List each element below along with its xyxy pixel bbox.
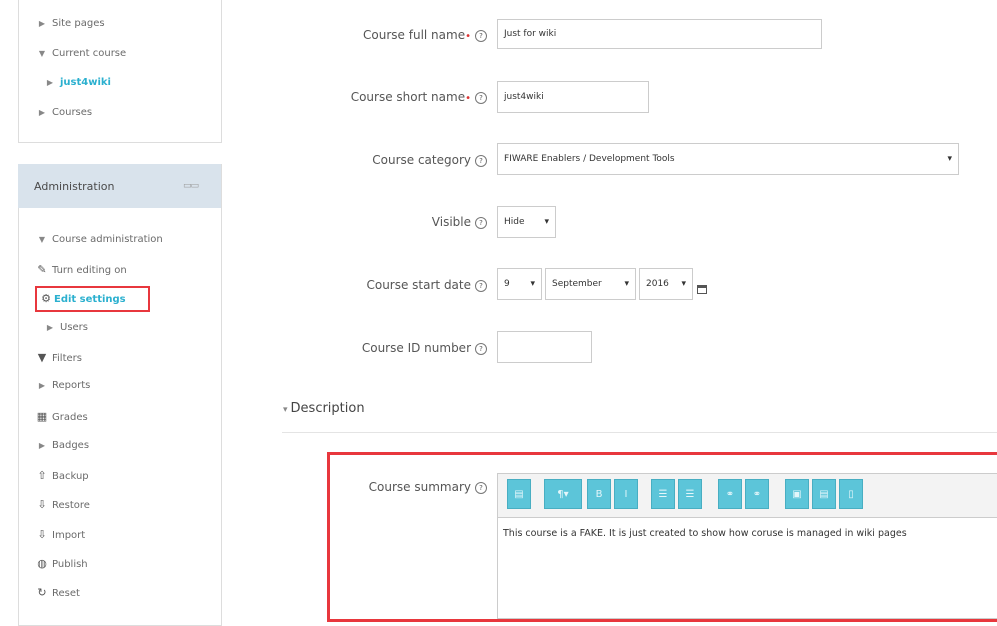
start-day-select[interactable]: 9 bbox=[497, 268, 542, 300]
caret-right-icon: ▶ bbox=[46, 78, 54, 87]
image-button[interactable]: ▣ bbox=[785, 479, 809, 509]
start-month-select[interactable]: September bbox=[545, 268, 636, 300]
course-id-number-label: Course ID number? bbox=[362, 341, 487, 355]
caret-right-icon: ▶ bbox=[38, 19, 46, 28]
admin-item-turn-editing-on[interactable]: ✎ Turn editing on bbox=[36, 263, 126, 276]
admin-item-restore[interactable]: ⇩ Restore bbox=[36, 498, 90, 511]
file-icon: ▯ bbox=[848, 488, 854, 500]
gear-icon: ⚙ bbox=[41, 292, 51, 305]
media-button[interactable]: ▤ bbox=[812, 479, 836, 509]
course-summary-text: This course is a FAKE. It is just create… bbox=[503, 528, 907, 539]
italic-icon: I bbox=[624, 488, 628, 500]
start-year-select[interactable]: 2016 bbox=[639, 268, 693, 300]
unordered-list-icon: ☰ bbox=[658, 488, 668, 500]
caret-right-icon: ▶ bbox=[38, 381, 46, 390]
course-category-label: Course category? bbox=[372, 153, 487, 167]
help-icon[interactable]: ? bbox=[475, 280, 487, 292]
section-divider bbox=[282, 432, 997, 433]
media-icon: ▤ bbox=[819, 488, 829, 500]
link-icon: ⚭ bbox=[725, 488, 735, 500]
reset-icon: ↻ bbox=[37, 586, 47, 599]
image-icon: ▣ bbox=[792, 488, 802, 500]
description-section-toggle[interactable]: ▾ Description bbox=[283, 401, 365, 416]
course-id-number-input[interactable] bbox=[497, 331, 592, 363]
calendar-icon[interactable] bbox=[697, 285, 707, 294]
admin-item-publish[interactable]: ◍ Publish bbox=[36, 557, 87, 570]
toolbar-toggle-icon: ▤ bbox=[514, 488, 524, 500]
course-full-name-input[interactable]: Just for wiki bbox=[497, 19, 822, 49]
course-short-name-input[interactable]: just4wiki bbox=[497, 81, 649, 113]
admin-item-backup[interactable]: ⇧ Backup bbox=[36, 469, 88, 482]
caret-down-icon: ▼ bbox=[38, 49, 46, 58]
help-icon[interactable]: ? bbox=[475, 155, 487, 167]
course-short-name-label: Course short name•? bbox=[351, 90, 487, 104]
admin-item-reports[interactable]: ▶ Reports bbox=[36, 380, 90, 391]
unlink-icon: ⚭ bbox=[752, 488, 762, 500]
toolbar-toggle-button[interactable]: ▤ bbox=[507, 479, 531, 509]
ordered-list-button[interactable]: ☰ bbox=[678, 479, 702, 509]
admin-item-filters[interactable]: ▼ Filters bbox=[36, 351, 82, 364]
download-icon: ⇩ bbox=[37, 498, 47, 511]
admin-item-users[interactable]: ▶ Users bbox=[44, 322, 88, 333]
course-start-date-label: Course start date? bbox=[366, 278, 487, 292]
admin-item-course-administration[interactable]: ▼ Course administration bbox=[36, 234, 163, 245]
italic-button[interactable]: I bbox=[614, 479, 638, 509]
import-icon: ⇩ bbox=[37, 528, 47, 541]
help-icon[interactable]: ? bbox=[475, 30, 487, 42]
dock-icon[interactable]: ▭▭ bbox=[183, 181, 199, 191]
file-button[interactable]: ▯ bbox=[839, 479, 863, 509]
link-button[interactable]: ⚭ bbox=[718, 479, 742, 509]
administration-title: Administration bbox=[34, 180, 115, 193]
help-icon[interactable]: ? bbox=[475, 217, 487, 229]
admin-item-grades[interactable]: ▦ Grades bbox=[36, 410, 88, 423]
admin-item-import[interactable]: ⇩ Import bbox=[36, 528, 85, 541]
help-icon[interactable]: ? bbox=[475, 92, 487, 104]
visible-label: Visible? bbox=[432, 215, 487, 229]
caret-right-icon: ▶ bbox=[46, 323, 54, 332]
paragraph-style-icon: ¶▾ bbox=[557, 488, 569, 500]
ordered-list-icon: ☰ bbox=[685, 488, 695, 500]
caret-down-icon: ▾ bbox=[283, 405, 288, 415]
course-category-select[interactable]: FIWARE Enablers / Development Tools bbox=[497, 143, 959, 175]
upload-icon: ⇧ bbox=[37, 469, 47, 482]
required-icon: • bbox=[465, 93, 471, 104]
paragraph-style-button[interactable]: ¶▾ bbox=[544, 479, 582, 509]
nav-item-courses[interactable]: ▶ Courses bbox=[36, 107, 92, 118]
admin-item-edit-settings[interactable]: ⚙ Edit settings bbox=[40, 292, 126, 305]
course-summary-label: Course summary? bbox=[369, 480, 487, 494]
caret-right-icon: ▶ bbox=[38, 108, 46, 117]
bold-button[interactable]: B bbox=[587, 479, 611, 509]
pencil-icon: ✎ bbox=[37, 263, 47, 276]
required-icon: • bbox=[465, 31, 471, 42]
visible-select[interactable]: Hide bbox=[497, 206, 556, 238]
nav-item-just4wiki[interactable]: ▶ just4wiki bbox=[44, 77, 111, 88]
caret-right-icon: ▶ bbox=[38, 441, 46, 450]
admin-item-reset[interactable]: ↻ Reset bbox=[36, 586, 80, 599]
unordered-list-button[interactable]: ☰ bbox=[651, 479, 675, 509]
globe-icon: ◍ bbox=[37, 557, 47, 570]
bold-icon: B bbox=[595, 488, 603, 500]
course-full-name-label: Course full name•? bbox=[363, 28, 487, 42]
help-icon[interactable]: ? bbox=[475, 343, 487, 355]
table-icon: ▦ bbox=[36, 410, 48, 423]
nav-item-site-pages[interactable]: ▶ Site pages bbox=[36, 18, 105, 29]
help-icon[interactable]: ? bbox=[475, 482, 487, 494]
unlink-button[interactable]: ⚭ bbox=[745, 479, 769, 509]
caret-down-icon: ▼ bbox=[38, 235, 46, 244]
filter-icon: ▼ bbox=[37, 351, 47, 364]
nav-item-current-course[interactable]: ▼ Current course bbox=[36, 48, 126, 59]
admin-item-badges[interactable]: ▶ Badges bbox=[36, 440, 89, 451]
